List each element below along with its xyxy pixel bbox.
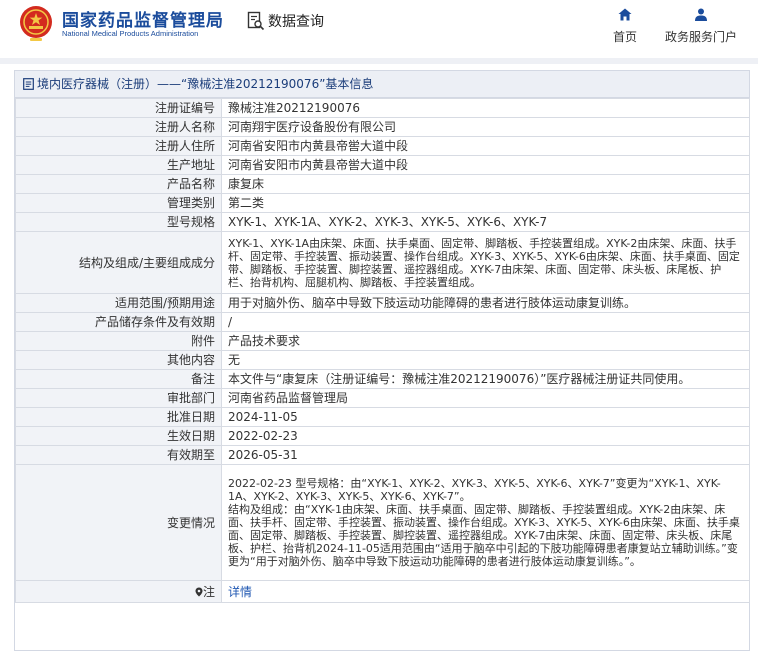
nav-home[interactable]: 首页 bbox=[611, 8, 639, 45]
table-row: 备注 本文件与“康复床（注册证编号：豫械注准20212190076）”医疗器械注册… bbox=[15, 369, 750, 389]
note-label-cell: 注 bbox=[15, 580, 222, 603]
field-label: 有效期至 bbox=[15, 445, 222, 465]
data-query-label: 数据查询 bbox=[268, 14, 324, 30]
field-value: 河南翔宇医疗设备股份有限公司 bbox=[221, 117, 750, 137]
field-label: 备注 bbox=[15, 369, 222, 389]
change-history-entry: 结构及组成：由“XYK-1由床架、床面、扶手桌面、固定带、脚踏板、手控装置组成。… bbox=[228, 503, 740, 568]
table-row: 注册人住所 河南省安阳市内黄县帝喾大道中段 bbox=[15, 136, 750, 156]
table-row: 附件 产品技术要求 bbox=[15, 331, 750, 351]
field-label: 型号规格 bbox=[15, 212, 222, 232]
data-query-link[interactable]: 数据查询 bbox=[247, 11, 324, 31]
field-value: 无 bbox=[221, 350, 750, 370]
panel-title-bar: 境内医疗器械（注册）——“豫械注准20212190076”基本信息 bbox=[15, 71, 749, 98]
info-table: 注册证编号 豫械注准20212190076 注册人名称 河南翔宇医疗设备股份有限公司… bbox=[15, 98, 750, 603]
table-row: 批准日期 2024-11-05 bbox=[15, 407, 750, 427]
field-label: 结构及组成/主要组成成分 bbox=[15, 231, 222, 294]
national-emblem-icon bbox=[20, 6, 52, 41]
table-row: 注 详情 bbox=[15, 580, 750, 603]
home-icon bbox=[618, 8, 632, 21]
field-label: 生产地址 bbox=[15, 155, 222, 175]
field-value: 产品技术要求 bbox=[221, 331, 750, 351]
header-divider bbox=[0, 58, 758, 64]
panel-title: 境内医疗器械（注册）——“豫械注准20212190076”基本信息 bbox=[37, 76, 374, 91]
field-label: 产品名称 bbox=[15, 174, 222, 194]
field-value: 河南省药品监督管理局 bbox=[221, 388, 750, 408]
logo-title-cn: 国家药品监督管理局 bbox=[62, 11, 224, 31]
nav-service-portal-label: 政务服务门户 bbox=[664, 30, 737, 44]
field-value: 河南省安阳市内黄县帝喾大道中段 bbox=[221, 155, 750, 175]
field-label: 生效日期 bbox=[15, 426, 222, 446]
document-search-icon bbox=[247, 11, 265, 31]
note-value-cell: 详情 bbox=[221, 580, 750, 603]
document-list-icon bbox=[23, 78, 34, 90]
field-label: 注 bbox=[202, 584, 215, 599]
field-label: 审批部门 bbox=[15, 388, 222, 408]
change-history-entry: 2022-02-23 型号规格：由“XYK-1、XYK-2、XYK-3、XYK-… bbox=[228, 477, 721, 503]
change-history-cell: 2022-02-23 型号规格：由“XYK-1、XYK-2、XYK-3、XYK-… bbox=[221, 464, 750, 581]
table-row: 其他内容无 bbox=[15, 350, 750, 370]
location-pin-icon bbox=[195, 587, 203, 596]
field-label: 附件 bbox=[15, 331, 222, 351]
field-label: 注册人住所 bbox=[15, 136, 222, 156]
field-label: 注册证编号 bbox=[15, 98, 222, 118]
field-value: 2022-02-23 bbox=[221, 426, 750, 446]
nav-home-label: 首页 bbox=[612, 30, 637, 44]
table-row: 适用范围/预期用途 用于对脑外伤、脑卒中导致下肢运动功能障碍的患者进行肢体运动康复… bbox=[15, 293, 750, 313]
field-label: 管理类别 bbox=[15, 193, 222, 213]
field-value: 河南省安阳市内黄县帝喾大道中段 bbox=[221, 136, 750, 156]
field-value: 康复床 bbox=[221, 174, 750, 194]
field-label: 适用范围/预期用途 bbox=[15, 293, 222, 313]
field-label: 变更情况 bbox=[15, 464, 222, 581]
field-value: / bbox=[221, 312, 750, 332]
user-icon bbox=[695, 8, 707, 21]
field-value: 用于对脑外伤、脑卒中导致下肢运动功能障碍的患者进行肢体运动康复训练。 bbox=[221, 293, 750, 313]
field-value: 豫械注准20212190076 bbox=[221, 98, 750, 118]
field-value: 2026-05-31 bbox=[221, 445, 750, 465]
nav-service-portal[interactable]: 政务服务门户 bbox=[662, 8, 740, 45]
field-label: 注册人名称 bbox=[15, 117, 222, 137]
table-row: 审批部门 河南省药品监督管理局 bbox=[15, 388, 750, 408]
table-row: 产品储存条件及有效期 / bbox=[15, 312, 750, 332]
field-label: 批准日期 bbox=[15, 407, 222, 427]
table-row: 有效期至 2026-05-31 bbox=[15, 445, 750, 465]
table-row: 型号规格 XYK-1、XYK-1A、XYK-2、XYK-3、XYK-5、XYK-6… bbox=[15, 212, 750, 232]
table-row: 产品名称 康复床 bbox=[15, 174, 750, 194]
table-row: 结构及组成/主要组成成分 XYK-1、XYK-1A由床架、床面、扶手桌面、固定带、… bbox=[15, 231, 750, 294]
site-header: 国家药品监督管理局 National Medical Products Admi… bbox=[0, 0, 758, 54]
logo-title-en: National Medical Products Administration bbox=[62, 29, 199, 38]
basic-info-panel: 境内医疗器械（注册）——“豫械注准20212190076”基本信息 注册证编号豫… bbox=[14, 70, 750, 651]
field-label: 产品储存条件及有效期 bbox=[15, 312, 222, 332]
table-row: 生效日期 2022-02-23 bbox=[15, 426, 750, 446]
field-value: 本文件与“康复床（注册证编号：豫械注准20212190076）”医疗器械注册证共… bbox=[221, 369, 750, 389]
table-row: 生产地址 河南省安阳市内黄县帝喾大道中段 bbox=[15, 155, 750, 175]
field-value: 2024-11-05 bbox=[221, 407, 750, 427]
field-value: 第二类 bbox=[221, 193, 750, 213]
table-row: 变更情况 2022-02-23 型号规格：由“XYK-1、XYK-2、XYK-3… bbox=[15, 464, 750, 581]
details-link[interactable]: 详情 bbox=[228, 585, 252, 599]
field-label: 其他内容 bbox=[15, 350, 222, 370]
field-value: XYK-1、XYK-1A由床架、床面、扶手桌面、固定带、脚踏板、手控装置组成。X… bbox=[221, 231, 750, 294]
table-row: 注册证编号 豫械注准20212190076 bbox=[15, 98, 750, 118]
table-row: 管理类别 第二类 bbox=[15, 193, 750, 213]
field-value: XYK-1、XYK-1A、XYK-2、XYK-3、XYK-5、XYK-6、XYK… bbox=[221, 212, 750, 232]
table-row: 注册人名称 河南翔宇医疗设备股份有限公司 bbox=[15, 117, 750, 137]
